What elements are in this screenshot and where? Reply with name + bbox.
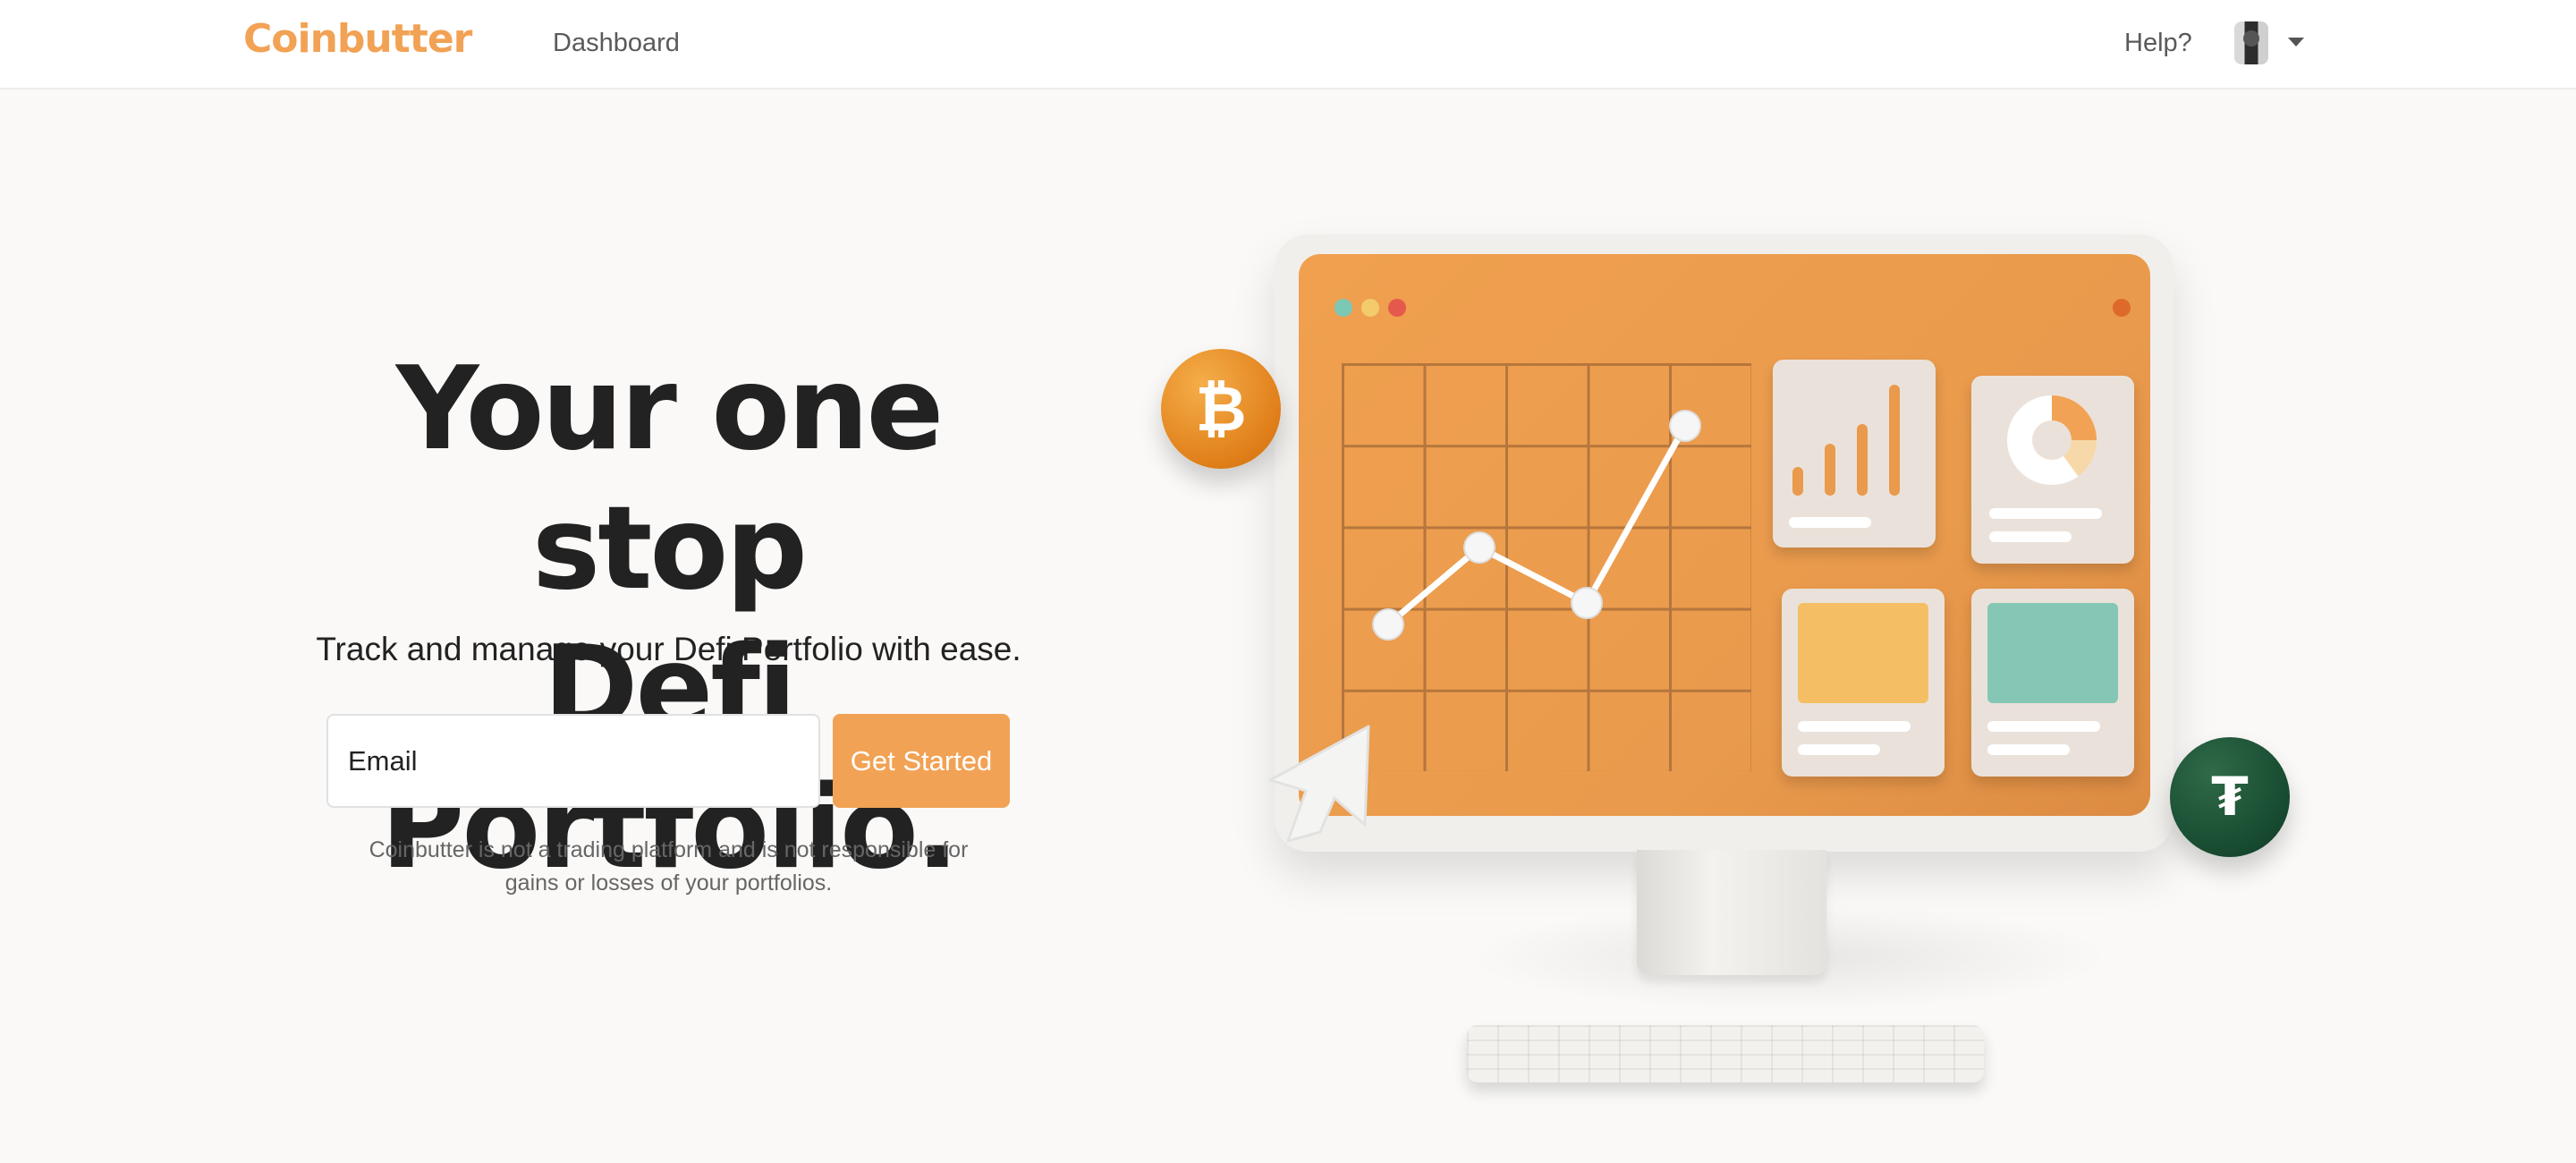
help-link[interactable]: Help? (2124, 29, 2192, 58)
pointer-cursor-icon (1268, 725, 1370, 843)
hero-headline-line1: Your one stop (395, 343, 945, 615)
card-text-line (1989, 531, 2072, 542)
hero-illustration: ₿ ₮ (1145, 224, 2308, 1100)
card-bar (1792, 467, 1803, 496)
tether-icon: ₮ (2170, 737, 2290, 857)
avatar[interactable] (2234, 21, 2268, 64)
top-navigation-bar: Coinbutter Dashboard Help? (0, 0, 2576, 89)
bar-chart-card (1773, 360, 1936, 548)
card-bar (1857, 424, 1868, 496)
card-bar (1889, 385, 1900, 496)
monitor-screen (1299, 254, 2150, 816)
card-text-line (1798, 744, 1880, 755)
yellow-tile-card (1782, 589, 1945, 777)
card-text-line (1987, 744, 2070, 755)
card-text-line (1989, 508, 2102, 519)
email-input[interactable] (326, 714, 820, 808)
bitcoin-icon: ₿ (1161, 349, 1281, 469)
brand-logo[interactable]: Coinbutter (243, 16, 472, 62)
nav-link-dashboard[interactable]: Dashboard (553, 29, 680, 58)
card-text-line (1798, 721, 1911, 732)
get-started-button[interactable]: Get Started (833, 714, 1010, 808)
user-menu-toggle[interactable] (2234, 21, 2309, 68)
hero-subheading: Track and manage your Defi Portfolio wit… (316, 631, 1021, 667)
chevron-down-icon[interactable] (2288, 38, 2304, 47)
card-bar (1825, 444, 1835, 496)
card-text-line (1987, 721, 2100, 732)
disclaimer-text: Coinbutter is not a trading platform and… (369, 837, 969, 896)
monitor-stand (1637, 850, 1826, 975)
green-tile (1987, 603, 2118, 703)
donut-chart-graphic (2007, 395, 2097, 485)
green-tile-card (1971, 589, 2134, 777)
keyboard-graphic (1467, 1025, 1984, 1082)
donut-chart-card (1971, 376, 2134, 564)
yellow-tile (1798, 603, 1928, 703)
hero-headline: Your one stop Defi Portfolio. (250, 340, 1087, 898)
card-text-line (1789, 517, 1871, 528)
